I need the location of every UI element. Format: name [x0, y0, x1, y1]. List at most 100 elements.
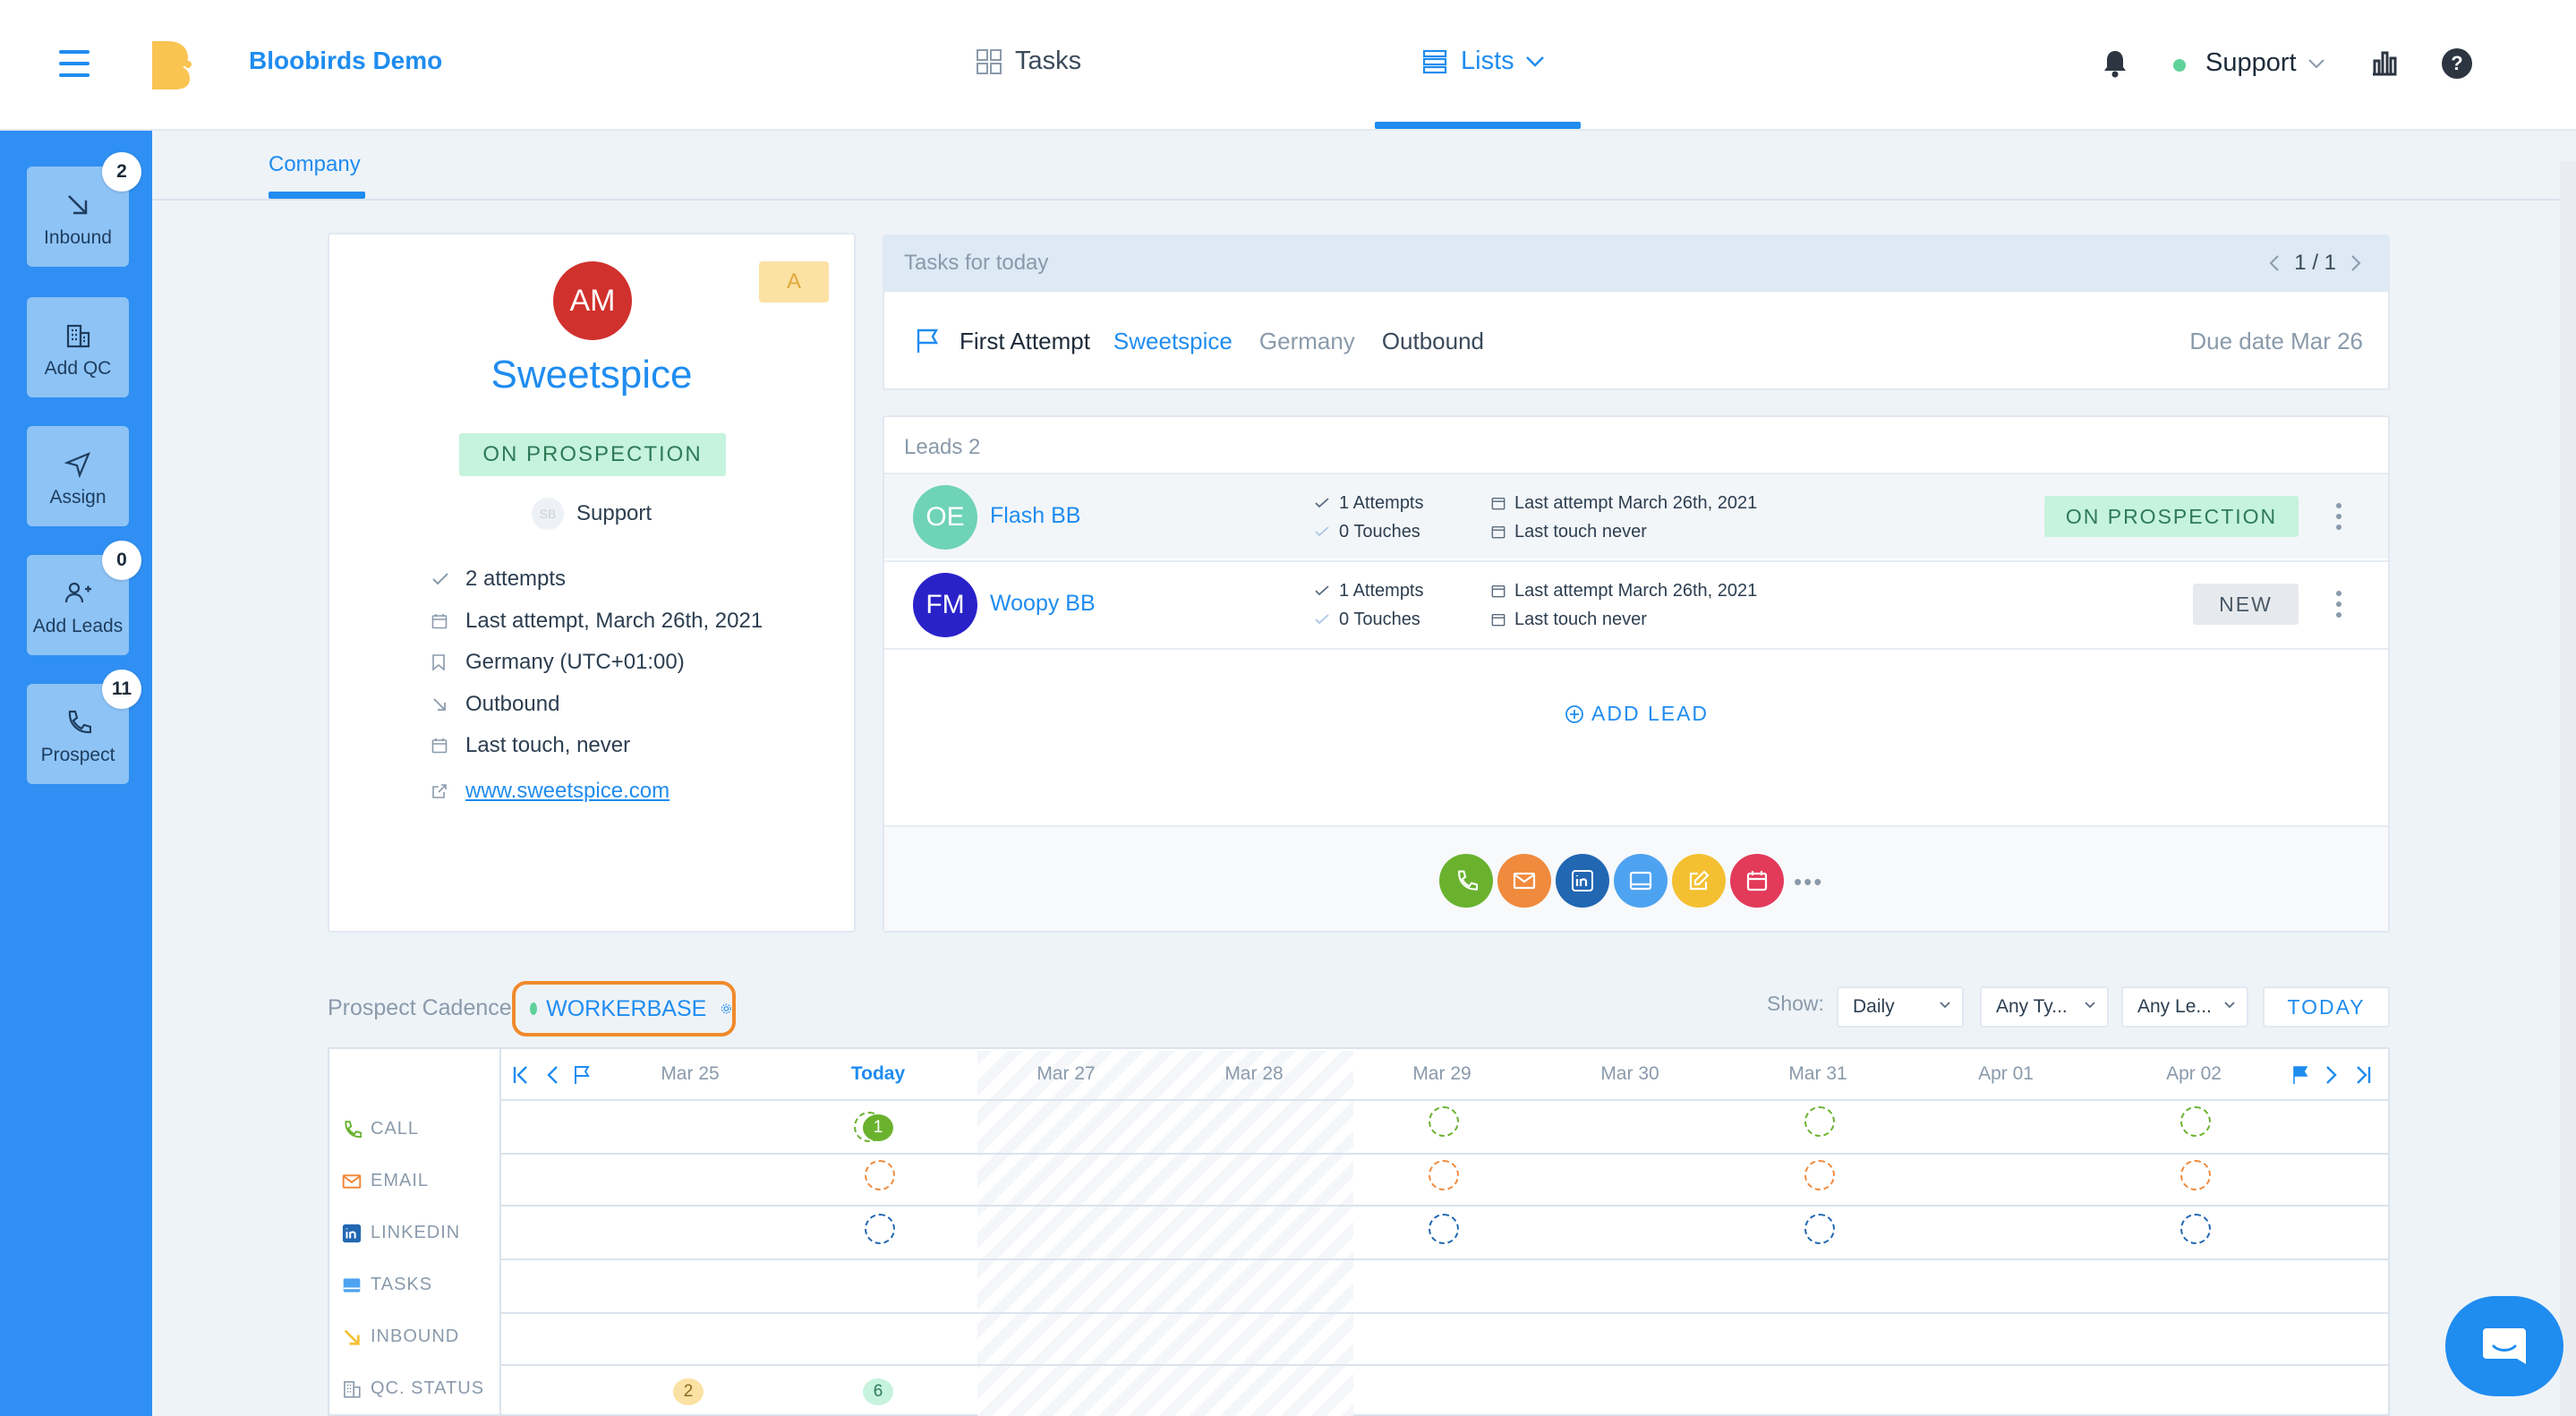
first-page-icon[interactable] — [512, 1065, 530, 1085]
period-select[interactable]: Daily — [1837, 986, 1964, 1028]
email-slot[interactable] — [1429, 1160, 1459, 1190]
quick-actions-bar: ••• — [884, 825, 2388, 931]
tasks-pager: 1 / 1 — [2269, 251, 2361, 276]
lead-row[interactable]: FM Woopy BB 1 Attempts 0 Touches Last at… — [884, 560, 2388, 646]
check-icon — [432, 573, 448, 585]
chevron-left-icon[interactable] — [2269, 254, 2280, 272]
workspace-name[interactable]: Bloobirds Demo — [249, 47, 442, 75]
entity-tabs: Company — [152, 132, 2576, 200]
sidebar-item-add-qc[interactable]: Add QC — [27, 297, 129, 397]
cadence-selector[interactable]: WORKERBASE — [512, 981, 736, 1036]
sidebar-item-add-leads[interactable]: Add Leads 0 — [27, 541, 141, 655]
help-icon[interactable]: ? — [2442, 48, 2472, 79]
email-slot[interactable] — [2180, 1160, 2211, 1190]
task-action-button[interactable] — [1614, 854, 1668, 908]
company-name[interactable]: Sweetspice — [329, 353, 854, 397]
more-vertical-icon[interactable] — [2334, 589, 2343, 619]
chevron-right-icon[interactable] — [2350, 254, 2361, 272]
pager-text: 1 / 1 — [2294, 251, 2336, 275]
user-dropdown[interactable]: Support — [2205, 48, 2325, 78]
linkedin-slot[interactable] — [1804, 1214, 1835, 1244]
row-divider — [501, 1258, 2388, 1260]
lead-last-touch: Last touch never — [1514, 610, 1647, 629]
today-button[interactable]: TODAY — [2263, 986, 2390, 1028]
linkedin-slot[interactable] — [2180, 1214, 2211, 1244]
more-actions-icon[interactable]: ••• — [1794, 868, 1823, 896]
qc-status-count[interactable]: 2 — [673, 1378, 704, 1405]
meeting-action-button[interactable] — [1730, 854, 1784, 908]
lead-name-link[interactable]: Woopy BB — [990, 591, 1096, 617]
flag-filled-icon[interactable] — [2291, 1065, 2309, 1085]
call-action-button[interactable] — [1439, 854, 1493, 908]
flag-icon[interactable] — [573, 1065, 591, 1085]
check-icon — [1315, 498, 1329, 508]
bell-icon[interactable] — [2102, 48, 2128, 79]
company-status-badge[interactable]: ON PROSPECTION — [459, 433, 726, 476]
linkedin-slot[interactable] — [1429, 1214, 1459, 1244]
leads-title: Leads 2 — [904, 435, 981, 459]
sidebar-item-prospect[interactable]: Prospect 11 — [27, 670, 141, 784]
call-done-count[interactable]: 1 — [863, 1114, 893, 1141]
qc-status-count[interactable]: 6 — [863, 1378, 893, 1405]
nav-lists[interactable]: Lists — [1421, 47, 1545, 76]
call-slot[interactable] — [1804, 1106, 1835, 1137]
last-page-icon[interactable] — [2354, 1065, 2372, 1085]
hamburger-menu-icon[interactable] — [59, 50, 90, 77]
more-vertical-icon[interactable] — [2334, 501, 2343, 532]
send-icon — [64, 451, 91, 478]
calendar-icon — [1491, 497, 1506, 510]
sidebar-item-assign[interactable]: Assign — [27, 426, 129, 526]
lead-attempts: 1 Attempts — [1339, 581, 1424, 601]
email-slot[interactable] — [865, 1160, 895, 1190]
call-slot[interactable] — [2180, 1106, 2211, 1137]
column-date: Mar 27 — [1036, 1063, 1096, 1084]
lead-dates: Last attempt March 26th, 2021 Last touch… — [1491, 489, 1757, 546]
top-bar: Bloobirds Demo Tasks Lists Support ? — [0, 0, 2576, 131]
country-text: Germany (UTC+01:00) — [465, 650, 685, 675]
tab-company[interactable]: Company — [269, 152, 361, 177]
owner-name: Support — [576, 501, 653, 525]
linkedin-icon — [1572, 870, 1593, 891]
nav-tasks[interactable]: Tasks — [976, 47, 1081, 76]
note-action-button[interactable] — [1672, 854, 1726, 908]
chevron-left-icon[interactable] — [546, 1065, 559, 1085]
lead-touches: 0 Touches — [1339, 610, 1420, 629]
lead-last-touch: Last touch never — [1514, 522, 1647, 542]
tasks-panel: Tasks for today 1 / 1 First Attempt Swee… — [883, 235, 2390, 390]
website-link[interactable]: www.sweetspice.com — [465, 779, 670, 804]
task-company-link[interactable]: Sweetspice — [1113, 328, 1233, 355]
lead-name-link[interactable]: Flash BB — [990, 503, 1080, 529]
email-action-button[interactable] — [1497, 854, 1551, 908]
chat-support-button[interactable] — [2445, 1296, 2563, 1396]
lead-select[interactable]: Any Le... — [2121, 986, 2248, 1028]
lead-row[interactable]: OE Flash BB 1 Attempts 0 Touches Last at… — [884, 473, 2388, 559]
task-country: Germany — [1258, 327, 1355, 354]
show-label: Show: — [1767, 992, 1824, 1015]
bar-chart-icon[interactable] — [2370, 48, 2399, 77]
sidebar-item-inbound[interactable]: Inbound 2 — [27, 152, 141, 267]
linkedin-slot[interactable] — [865, 1214, 895, 1244]
type-value: Any Ty... — [1996, 996, 2068, 1017]
linkedin-action-button[interactable] — [1556, 854, 1609, 908]
leads-panel: Leads 2 OE Flash BB 1 Attempts 0 Touches… — [883, 415, 2390, 933]
badge-count: 2 — [102, 152, 141, 192]
email-slot[interactable] — [1804, 1160, 1835, 1190]
company-owner[interactable]: SB Support — [532, 498, 652, 530]
cadence-label: Prospect Cadence — [328, 995, 512, 1020]
lead-avatar: OE — [913, 485, 977, 550]
attempts-text: 2 attempts — [465, 567, 567, 592]
chevron-down-icon — [2085, 1002, 2095, 1009]
call-slot[interactable] — [1429, 1106, 1459, 1137]
add-lead-button[interactable]: ADD LEAD — [1565, 702, 1709, 726]
chevron-right-icon[interactable] — [2325, 1065, 2338, 1085]
chevron-down-icon — [1525, 55, 1544, 67]
row-call: CALL — [342, 1119, 419, 1139]
task-card-icon — [343, 1277, 361, 1292]
gear-icon[interactable] — [721, 999, 732, 1019]
lead-status-badge[interactable]: ON PROSPECTION — [2044, 496, 2299, 537]
page-scrollbar[interactable] — [2560, 161, 2576, 1416]
type-select[interactable]: Any Ty... — [1980, 986, 2109, 1028]
task-item[interactable]: First Attempt Sweetspice Germany Outboun… — [884, 294, 2388, 388]
lead-status-badge[interactable]: NEW — [2193, 584, 2299, 625]
last-touch-text: Last touch, never — [465, 733, 631, 758]
